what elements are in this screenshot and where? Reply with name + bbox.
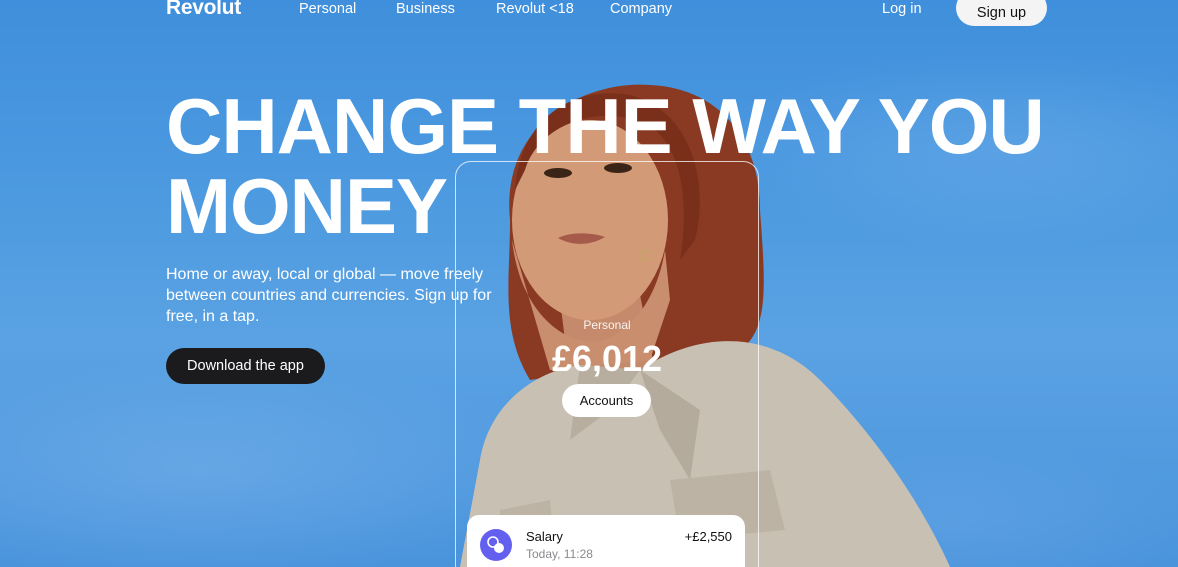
headline-line-1: CHANGE THE WAY YOU — [166, 82, 1045, 170]
nav-revolut-under-18[interactable]: Revolut <18 — [496, 1, 574, 17]
transaction-amount: +£2,550 — [684, 529, 732, 544]
login-link[interactable]: Log in — [882, 1, 922, 17]
accounts-button[interactable]: Accounts — [562, 384, 651, 417]
revolut-logo[interactable]: Revolut — [166, 0, 241, 20]
transaction-card[interactable]: Salary Today, 11:28 +£2,550 — [467, 515, 745, 567]
transaction-time: Today, 11:28 — [526, 547, 593, 561]
account-type-label: Personal — [583, 318, 631, 332]
account-balance: £6,012 — [551, 338, 663, 379]
nav-personal[interactable]: Personal — [299, 1, 356, 17]
download-app-button[interactable]: Download the app — [166, 348, 325, 384]
nav-business[interactable]: Business — [396, 1, 455, 17]
nav-company[interactable]: Company — [610, 1, 672, 17]
coins-icon — [480, 529, 512, 561]
headline-line-2: MONEY — [166, 162, 448, 250]
top-navigation: Revolut Personal Business Revolut <18 Co… — [0, 0, 1178, 30]
signup-button[interactable]: Sign up — [956, 0, 1047, 26]
transaction-title: Salary — [526, 529, 563, 544]
